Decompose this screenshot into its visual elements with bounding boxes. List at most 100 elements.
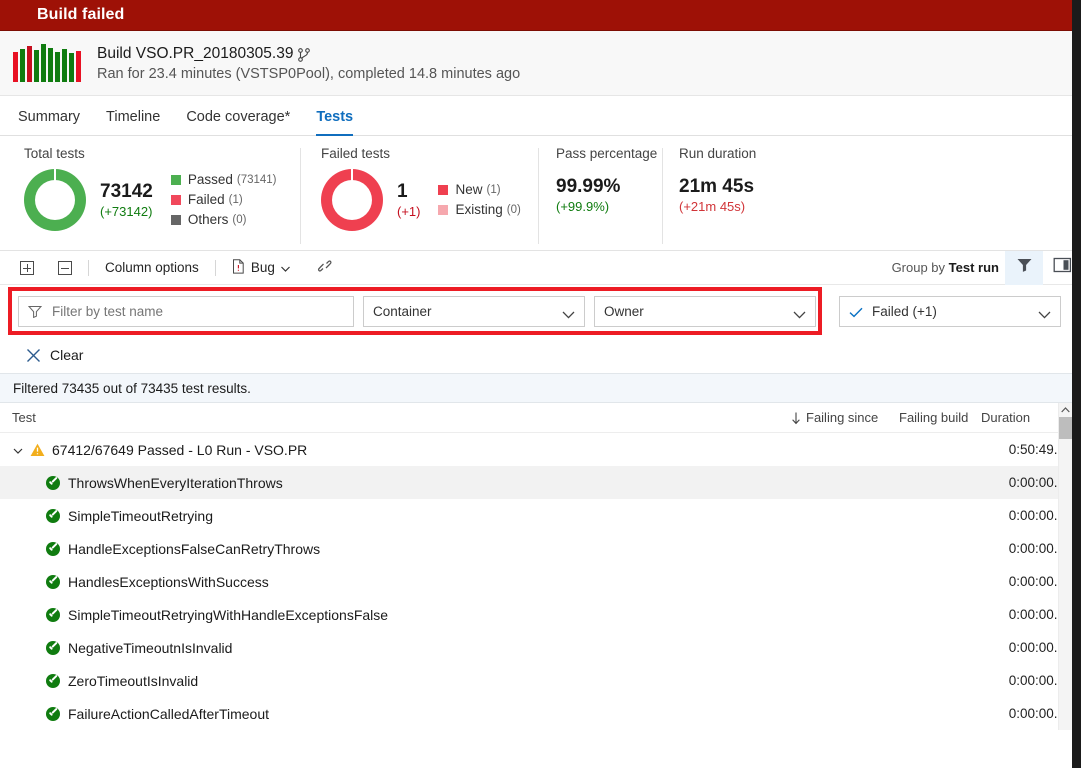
column-header-failing-since-label: Failing since xyxy=(806,410,879,425)
tab-code-coverage[interactable]: Code coverage* xyxy=(186,96,290,136)
scroll-up-button[interactable] xyxy=(1059,403,1072,417)
legend-swatch xyxy=(438,185,449,195)
build-history-bar xyxy=(69,53,74,82)
build-history-bar xyxy=(20,49,25,82)
failed-tests-legend: New (1) Existing (0) xyxy=(438,180,521,220)
tab-summary[interactable]: Summary xyxy=(18,96,80,136)
build-results-page: Build failed Build VSO.PR_20180305.39 Ra… xyxy=(0,0,1081,768)
table-body: 67412/67649 Passed - L0 Run - VSO.PR 0:50… xyxy=(0,433,1081,730)
legend-label: Existing xyxy=(455,202,503,217)
group-row-label: 67412/67649 Passed - L0 Run - VSO.PR xyxy=(52,441,308,458)
run-duration-value: 21m 45s xyxy=(679,176,755,197)
build-meta: Build VSO.PR_20180305.39 Ran for 23.4 mi… xyxy=(97,43,520,84)
passed-status-icon xyxy=(46,706,60,721)
test-run-group-row[interactable]: 67412/67649 Passed - L0 Run - VSO.PR 0:50… xyxy=(0,433,1081,466)
passed-status-icon xyxy=(46,541,60,556)
passed-status-icon xyxy=(46,508,60,523)
table-row[interactable]: ThrowsWhenEveryIterationThrows 0:00:00.0 xyxy=(0,466,1081,499)
link-icon xyxy=(316,258,334,277)
build-name: Build VSO.PR_20180305.39 xyxy=(97,44,294,62)
legend-count: (0) xyxy=(232,214,247,226)
test-name: NegativeTimeoutnIsInvalid xyxy=(68,639,233,656)
outcome-filter-dropdown[interactable]: Failed (+1) xyxy=(839,295,1061,327)
test-name-filter-placeholder: Filter by test name xyxy=(52,303,164,319)
group-by-control[interactable]: Group by Test run xyxy=(892,260,999,275)
funnel-icon xyxy=(27,305,43,318)
test-name: ThrowsWhenEveryIterationThrows xyxy=(68,474,283,491)
chevron-down-icon xyxy=(1038,307,1051,319)
build-history-bar xyxy=(41,44,46,82)
results-scrollbar[interactable] xyxy=(1058,403,1072,730)
table-row[interactable]: FailureActionCalledAfterTimeout 0:00:00.0 xyxy=(0,697,1081,730)
owner-filter-dropdown[interactable]: Owner xyxy=(594,295,816,327)
build-status-banner: Build failed xyxy=(0,0,1081,31)
test-duration: 0:00:00.0 xyxy=(1008,640,1065,655)
bug-button[interactable]: Bug xyxy=(226,256,296,280)
stat-pass-percentage: Pass percentage 99.99% (+99.9%) xyxy=(539,146,662,242)
test-name: HandlesExceptionsWithSuccess xyxy=(68,573,269,590)
container-filter-dropdown[interactable]: Container xyxy=(363,295,585,327)
legend-row: Existing (0) xyxy=(438,200,521,220)
table-row[interactable]: ZeroTimeoutIsInvalid 0:00:00.0 xyxy=(0,664,1081,697)
table-row[interactable]: SimpleTimeoutRetryingWithHandleException… xyxy=(0,598,1081,631)
check-icon xyxy=(849,306,863,317)
column-header-duration[interactable]: Duration xyxy=(981,410,1053,425)
legend-label: Passed xyxy=(187,172,233,187)
filter-zone: Filter by test name Container Owner Fail… xyxy=(0,285,1081,337)
column-header-failing-since[interactable]: Failing since xyxy=(791,410,899,425)
test-name: ZeroTimeoutIsInvalid xyxy=(68,672,199,689)
total-tests-donut xyxy=(24,169,86,231)
failed-tests-value: 1 xyxy=(397,180,408,202)
tab-tests[interactable]: Tests xyxy=(316,96,353,136)
legend-swatch xyxy=(438,205,449,215)
table-row[interactable]: SimpleTimeoutRetrying 0:00:00.0 xyxy=(0,499,1081,532)
test-name-filter-input[interactable]: Filter by test name xyxy=(18,295,354,327)
passed-status-icon xyxy=(46,607,60,622)
tab-timeline[interactable]: Timeline xyxy=(106,96,160,136)
column-options-button[interactable]: Column options xyxy=(99,257,205,278)
split-panel-icon xyxy=(1053,257,1072,278)
stat-total-tests: Total tests 73142 (+73142) Passed (73141)… xyxy=(0,146,300,242)
clear-filters-row: Clear xyxy=(0,337,1081,373)
link-button[interactable] xyxy=(310,255,340,280)
test-duration: 0:00:00.0 xyxy=(1008,541,1065,556)
group-by-label: Group by xyxy=(891,260,946,275)
group-by-value: Test run xyxy=(948,260,999,275)
legend-swatch xyxy=(170,195,181,205)
pass-percentage-delta: (+99.9%) xyxy=(556,199,610,214)
column-options-label: Column options xyxy=(105,260,199,275)
column-header-failing-build[interactable]: Failing build xyxy=(899,410,981,425)
collapse-all-button[interactable] xyxy=(52,258,78,278)
filter-toggle-button[interactable] xyxy=(1005,250,1043,285)
build-history-bar xyxy=(55,52,60,82)
build-history-bar xyxy=(48,48,53,82)
table-row[interactable]: NegativeTimeoutnIsInvalid 0:00:00.0 xyxy=(0,631,1081,664)
close-icon xyxy=(26,348,41,363)
build-name-row: Build VSO.PR_20180305.39 xyxy=(97,43,520,64)
results-toolbar: Column options Bug Group by Test run xyxy=(0,250,1081,285)
passed-status-icon xyxy=(46,574,60,589)
test-name: SimpleTimeoutRetrying xyxy=(68,507,213,524)
build-header: Build VSO.PR_20180305.39 Ran for 23.4 mi… xyxy=(0,31,1081,96)
branch-icon xyxy=(298,47,311,62)
scrollbar-thumb[interactable] xyxy=(1059,417,1072,439)
funnel-icon xyxy=(1016,257,1033,278)
column-header-test[interactable]: Test xyxy=(0,410,36,425)
table-row[interactable]: HandleExceptionsFalseCanRetryThrows 0:00:… xyxy=(0,532,1081,565)
chevron-down-icon[interactable] xyxy=(12,444,24,456)
table-row[interactable]: HandlesExceptionsWithSuccess 0:00:00.0 xyxy=(0,565,1081,598)
expand-all-button[interactable] xyxy=(14,258,40,278)
chevron-down-icon xyxy=(793,307,806,319)
total-tests-legend: Passed (73141) Failed (1) Others (0) xyxy=(170,170,277,230)
outcome-filter-label: Failed (+1) xyxy=(872,303,937,319)
sort-descending-arrow-icon xyxy=(791,412,801,424)
minus-box-icon xyxy=(58,260,72,275)
legend-label: New xyxy=(455,182,483,197)
test-duration: 0:00:00.0 xyxy=(1008,607,1065,622)
warning-triangle-icon xyxy=(30,443,45,457)
test-row-list: ThrowsWhenEveryIterationThrows 0:00:00.0 S… xyxy=(0,466,1081,730)
build-history-chart xyxy=(13,44,85,82)
stat-failed-tests-label: Failed tests xyxy=(321,146,391,161)
total-tests-value: 73142 xyxy=(100,180,153,202)
clear-filters-button[interactable]: Clear xyxy=(26,347,83,363)
